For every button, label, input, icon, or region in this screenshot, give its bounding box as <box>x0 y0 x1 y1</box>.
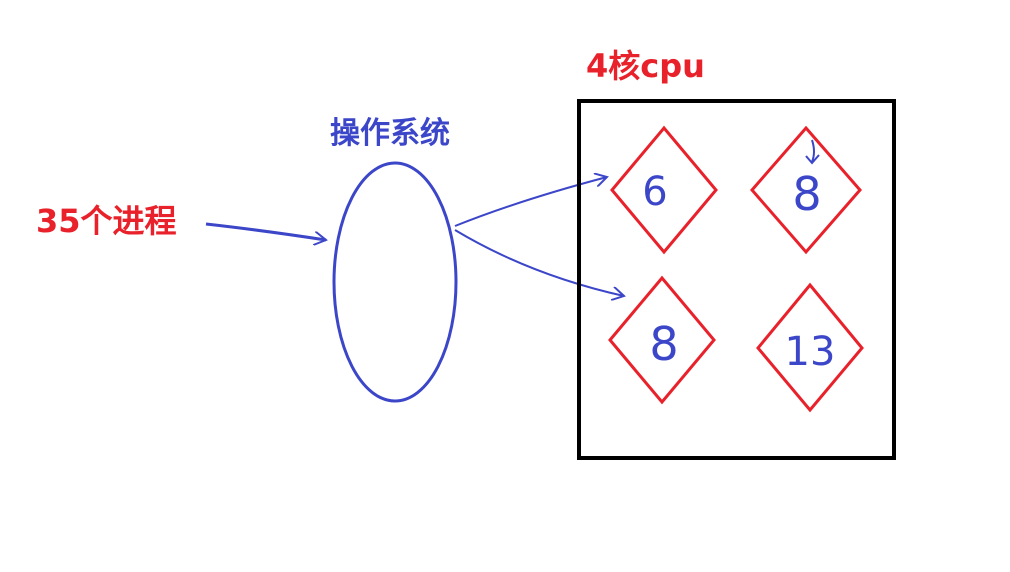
diagram-svg: 35个进程 操作系统 4核cpu 6 8 8 13 <box>36 47 896 460</box>
diagram-canvas: 35个进程 操作系统 4核cpu 6 8 8 13 <box>0 0 1010 572</box>
core-4-value: 13 <box>785 329 836 375</box>
core-1: 6 <box>610 125 718 255</box>
os-to-core-3-arrow <box>454 229 624 296</box>
core-2-value: 8 <box>792 167 821 221</box>
core-4: 13 <box>756 282 864 413</box>
processes-label: 35个进程 <box>36 202 177 240</box>
core-3: 8 <box>608 275 716 405</box>
cpu-label: 4核cpu <box>586 47 705 85</box>
os-to-core-1-arrow <box>454 177 607 227</box>
cpu-box <box>577 99 896 460</box>
core-3-value: 8 <box>649 317 678 371</box>
os-label: 操作系统 <box>330 116 450 151</box>
core-2-mini-arrow <box>805 139 820 165</box>
processes-to-os-arrow <box>205 222 326 240</box>
os-ellipse <box>332 161 458 403</box>
core-1-value: 6 <box>642 169 667 215</box>
core-2: 8 <box>750 125 862 255</box>
